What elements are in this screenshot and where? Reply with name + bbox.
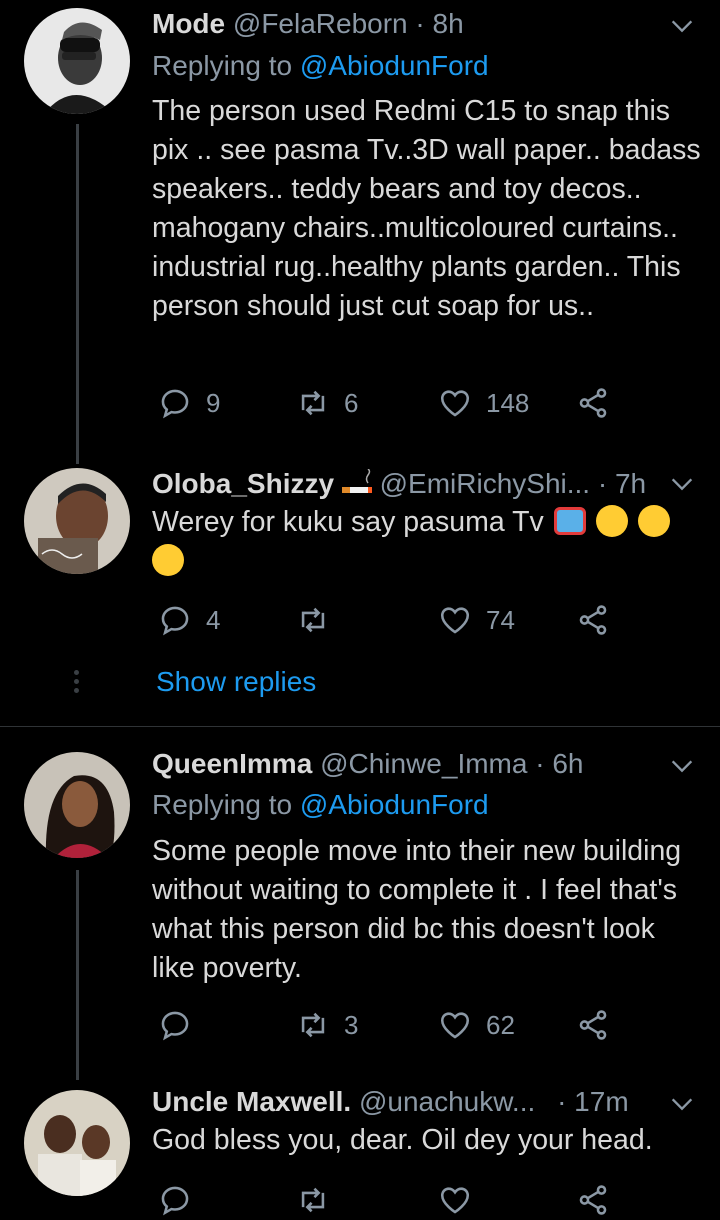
share-icon [579,1010,607,1040]
separator: · [535,748,545,779]
tweet-text: Werey for kuku say pasuma Tv [152,503,692,581]
display-name[interactable]: QueenImma [152,748,312,779]
mention-link[interactable]: @AbiodunFord [300,50,489,81]
display-name[interactable]: Oloba_Shizzy [152,468,334,499]
chevron-down-icon[interactable] [668,470,696,498]
more-replies-dots [74,670,80,697]
retweet-button[interactable] [296,1180,344,1220]
avatar[interactable] [24,1090,130,1196]
retweet-button[interactable]: 6 [296,383,358,423]
chevron-down-icon[interactable] [668,12,696,40]
user-handle[interactable]: @FelaReborn [233,8,408,39]
share-icon [579,605,607,635]
reply-icon [161,1011,189,1041]
timestamp[interactable]: 7h [615,468,646,499]
share-button[interactable] [576,1005,610,1045]
reply-button[interactable] [158,1005,206,1045]
replying-to-label: Replying to [152,50,300,81]
reply-icon [161,389,189,419]
timestamp[interactable]: 8h [433,8,464,39]
share-button[interactable] [576,383,610,423]
separator: · [597,468,608,499]
tweet-text-content: Werey for kuku say pasuma Tv [152,506,544,538]
separator: · [557,1086,567,1117]
share-button[interactable] [576,600,610,640]
retweet-icon [301,607,325,633]
like-button[interactable]: 74 [438,600,515,640]
cigarette-emoji [341,468,372,493]
heart-icon [440,390,470,417]
retweet-count: 6 [344,387,359,418]
like-button[interactable]: 148 [438,383,529,423]
share-icon [579,388,607,418]
chevron-down-icon[interactable] [668,1090,696,1118]
tv-emoji [553,507,586,535]
separator: · [415,8,425,39]
tweet-text: God bless you, dear. Oil dey your head. [152,1124,653,1156]
reply-button[interactable]: 9 [158,383,220,423]
reply-button[interactable] [158,1180,206,1220]
timestamp[interactable]: 6h [552,748,583,779]
tweet-actions: 4 74 [152,600,622,640]
timestamp[interactable]: 17m [574,1086,628,1117]
retweet-icon [301,1012,325,1038]
heart-icon [440,1187,470,1214]
retweet-count: 3 [344,1009,359,1040]
avatar[interactable] [24,8,130,114]
share-icon [579,1185,607,1215]
tweet-header: Mode @FelaReborn · 8h [152,4,660,44]
retweet-icon [301,1187,325,1213]
tweet-header: Oloba_Shizzy @EmiRichyShi... · 7h [152,464,660,504]
chevron-down-icon[interactable] [668,752,696,780]
tears-of-joy-emoji [637,505,670,537]
tweet-header: QueenImma @Chinwe_Imma · 6h [152,744,660,784]
tweet-text: The person used Redmi C15 to snap this p… [152,95,701,322]
retweet-button[interactable] [296,600,344,640]
like-count: 74 [486,604,515,635]
retweet-icon [301,390,325,416]
tweet-actions: 9 6 148 [152,383,622,423]
thread-line [76,870,79,1080]
replying-to: Replying to @AbiodunFord [152,785,489,825]
display-name[interactable]: Mode [152,8,225,39]
like-button[interactable] [438,1180,486,1220]
reply-icon [161,1186,189,1216]
thread-line [76,124,79,464]
user-handle[interactable]: @Chinwe_Imma [320,748,527,779]
user-handle[interactable]: @EmiRichyShi... [380,468,590,499]
mention-link[interactable]: @AbiodunFord [300,789,489,820]
display-name[interactable]: Uncle Maxwell. [152,1086,351,1117]
reply-count: 4 [206,604,221,635]
retweet-button[interactable]: 3 [296,1005,358,1045]
share-button[interactable] [576,1180,610,1220]
user-handle[interactable]: @unachukw... [359,1086,535,1117]
heart-icon [440,607,470,634]
avatar[interactable] [24,468,130,574]
tears-of-joy-emoji [152,544,184,576]
like-count: 148 [486,387,530,418]
replying-to-label: Replying to [152,789,300,820]
like-count: 62 [486,1009,515,1040]
tweet-actions [152,1180,622,1220]
avatar[interactable] [24,752,130,858]
reply-button[interactable]: 4 [158,600,220,640]
tweet-text: Some people move into their new building… [152,835,682,984]
show-replies-link[interactable]: Show replies [156,666,316,698]
reply-icon [161,606,189,636]
like-button[interactable]: 62 [438,1005,515,1045]
reply-count: 9 [206,387,221,418]
divider [0,726,720,727]
tweet-header: Uncle Maxwell. @unachukw... · 17m [152,1082,660,1122]
replying-to: Replying to @AbiodunFord [152,46,489,86]
heart-icon [440,1012,470,1039]
tears-of-joy-emoji [595,505,628,537]
tweet-actions: 3 62 [152,1005,622,1045]
